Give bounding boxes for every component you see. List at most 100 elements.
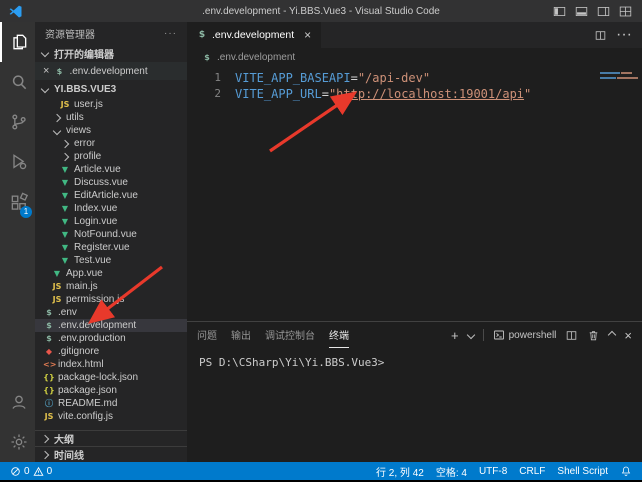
file-vite.config.js[interactable]: JSvite.config.js [35,410,187,423]
code-area: 1VITE_APP_BASEAPI="/api-dev"2VITE_APP_UR… [187,70,642,102]
status-text: UTF-8 [479,466,507,477]
file-index.html[interactable]: <>index.html [35,358,187,371]
status-indentation[interactable]: 空格: 4 [430,464,473,479]
file-Register.vue[interactable]: ▼Register.vue [35,241,187,254]
file-.env.production[interactable]: $.env.production [35,332,187,345]
file-tree: JSuser.jsutilsviewserrorprofile▼Article.… [35,98,187,430]
activity-bar-bottom [0,382,35,462]
split-terminal-icon[interactable] [565,329,578,342]
editor-pane[interactable]: 1VITE_APP_BASEAPI="/api-dev"2VITE_APP_UR… [187,66,642,321]
kill-terminal-icon[interactable] [587,329,600,342]
file-.gitignore[interactable]: ◆.gitignore [35,345,187,358]
activity-extensions-button[interactable]: 1 [0,182,35,222]
timeline-section-header[interactable]: 时间线 [35,446,187,462]
split-editor-icon[interactable] [594,29,607,42]
folder-views[interactable]: views [35,124,187,137]
toggle-secondary-sidebar-icon[interactable] [597,5,610,18]
code-line-1[interactable]: 1VITE_APP_BASEAPI="/api-dev" [187,70,642,86]
close-icon[interactable]: × [43,66,49,76]
toggle-panel-icon[interactable] [575,5,588,18]
breadcrumb[interactable]: $ .env.development [187,48,642,66]
js-file-icon: JS [51,280,63,293]
open-editors-section-header[interactable]: 打开的编辑器 [35,44,187,62]
panel: 问题输出调试控制台终端 + powershell × PS D:\CSharp\Yi… [187,321,642,462]
code-line-2[interactable]: 2VITE_APP_URL="http://localhost:19001/ap… [187,86,642,102]
file-Test.vue[interactable]: ▼Test.vue [35,254,187,267]
customize-layout-icon[interactable] [619,5,632,18]
file-Index.vue[interactable]: ▼Index.vue [35,202,187,215]
status-encoding[interactable]: UTF-8 [473,466,513,477]
file-label: permission.js [66,293,124,306]
new-terminal-icon[interactable]: + [451,328,459,343]
terminal-shell[interactable]: powershell [483,329,557,341]
folder-utils[interactable]: utils [35,111,187,124]
file-permission.js[interactable]: JSpermission.js [35,293,187,306]
file-label: Register.vue [74,241,130,254]
window-title: .env.development - Yi.BBS.Vue3 - Visual … [0,6,642,17]
status-language-mode[interactable]: Shell Script [551,466,614,477]
file-EditArticle.vue[interactable]: ▼EditArticle.vue [35,189,187,202]
status-text: 空格: 4 [436,464,467,479]
minimap[interactable] [596,69,642,82]
titlebar-layout-controls [553,5,642,18]
file-package.json[interactable]: {}package.json [35,384,187,397]
vue-file-icon: ▼ [59,163,71,176]
close-panel-icon[interactable]: × [624,328,632,343]
status-notifications[interactable] [614,465,638,477]
minimap-line [600,77,638,79]
panel-tab-终端[interactable]: 终端 [329,322,349,348]
status-cursor-position[interactable]: 行 2, 列 42 [370,464,430,479]
launch-profile-icon[interactable] [466,331,474,339]
activity-bar: 1 [0,22,35,462]
file-label: Index.vue [74,202,117,215]
panel-tab-输出[interactable]: 输出 [231,322,251,348]
outline-section-header[interactable]: 大纲 [35,430,187,446]
file-main.js[interactable]: JSmain.js [35,280,187,293]
activity-run-and-debug-button[interactable] [0,142,35,182]
activity-source-control-button[interactable] [0,102,35,142]
activity-bar-top: 1 [0,22,35,222]
workbench: 1 资源管理器 ··· 打开的编辑器 × $ .env.development … [0,22,642,462]
search-icon [9,72,29,92]
file-package-lock.json[interactable]: {}package-lock.json [35,371,187,384]
file-user.js[interactable]: JSuser.js [35,98,187,111]
shell-name: powershell [509,330,557,341]
folder-profile[interactable]: profile [35,150,187,163]
vue-file-icon: ▼ [59,189,71,202]
env-file-icon: $ [43,306,55,319]
project-section-header[interactable]: YI.BBS.VUE3 [35,80,187,98]
file-App.vue[interactable]: ▼App.vue [35,267,187,280]
file-README.md[interactable]: ⓘREADME.md [35,397,187,410]
settings-icon [9,432,29,452]
file-label: profile [74,150,101,163]
activity-settings-button[interactable] [0,422,35,462]
env-file-icon: $ [53,67,65,76]
file-NotFound.vue[interactable]: ▼NotFound.vue [35,228,187,241]
timeline-label: 时间线 [54,447,84,462]
file-label: NotFound.vue [74,228,137,241]
file-Article.vue[interactable]: ▼Article.vue [35,163,187,176]
more-actions-icon[interactable]: ··· [164,28,177,39]
terminal[interactable]: PS D:\CSharp\Yi\Yi.BBS.Vue3> [187,348,642,462]
toggle-primary-sidebar-icon[interactable] [553,5,566,18]
source-control-icon [9,112,29,132]
panel-tab-调试控制台[interactable]: 调试控制台 [265,322,315,348]
more-actions-icon[interactable]: ··· [616,26,632,44]
file-Login.vue[interactable]: ▼Login.vue [35,215,187,228]
activity-account-button[interactable] [0,382,35,422]
file-.env[interactable]: $.env [35,306,187,319]
activity-search-button[interactable] [0,62,35,102]
open-editor-item[interactable]: × $ .env.development [35,62,187,80]
maximize-panel-icon[interactable] [608,331,616,339]
file-.env.development[interactable]: $.env.development [35,319,187,332]
status-eol[interactable]: CRLF [513,466,551,477]
chevron-down-icon [53,126,61,134]
tab-env-development[interactable]: $ .env.development × [187,22,321,48]
file-label: README.md [58,397,117,410]
panel-tab-问题[interactable]: 问题 [197,322,217,348]
activity-explorer-button[interactable] [0,22,35,62]
problems-status[interactable]: 0 0 [4,466,58,477]
close-tab-icon[interactable]: × [304,28,311,42]
folder-error[interactable]: error [35,137,187,150]
file-Discuss.vue[interactable]: ▼Discuss.vue [35,176,187,189]
